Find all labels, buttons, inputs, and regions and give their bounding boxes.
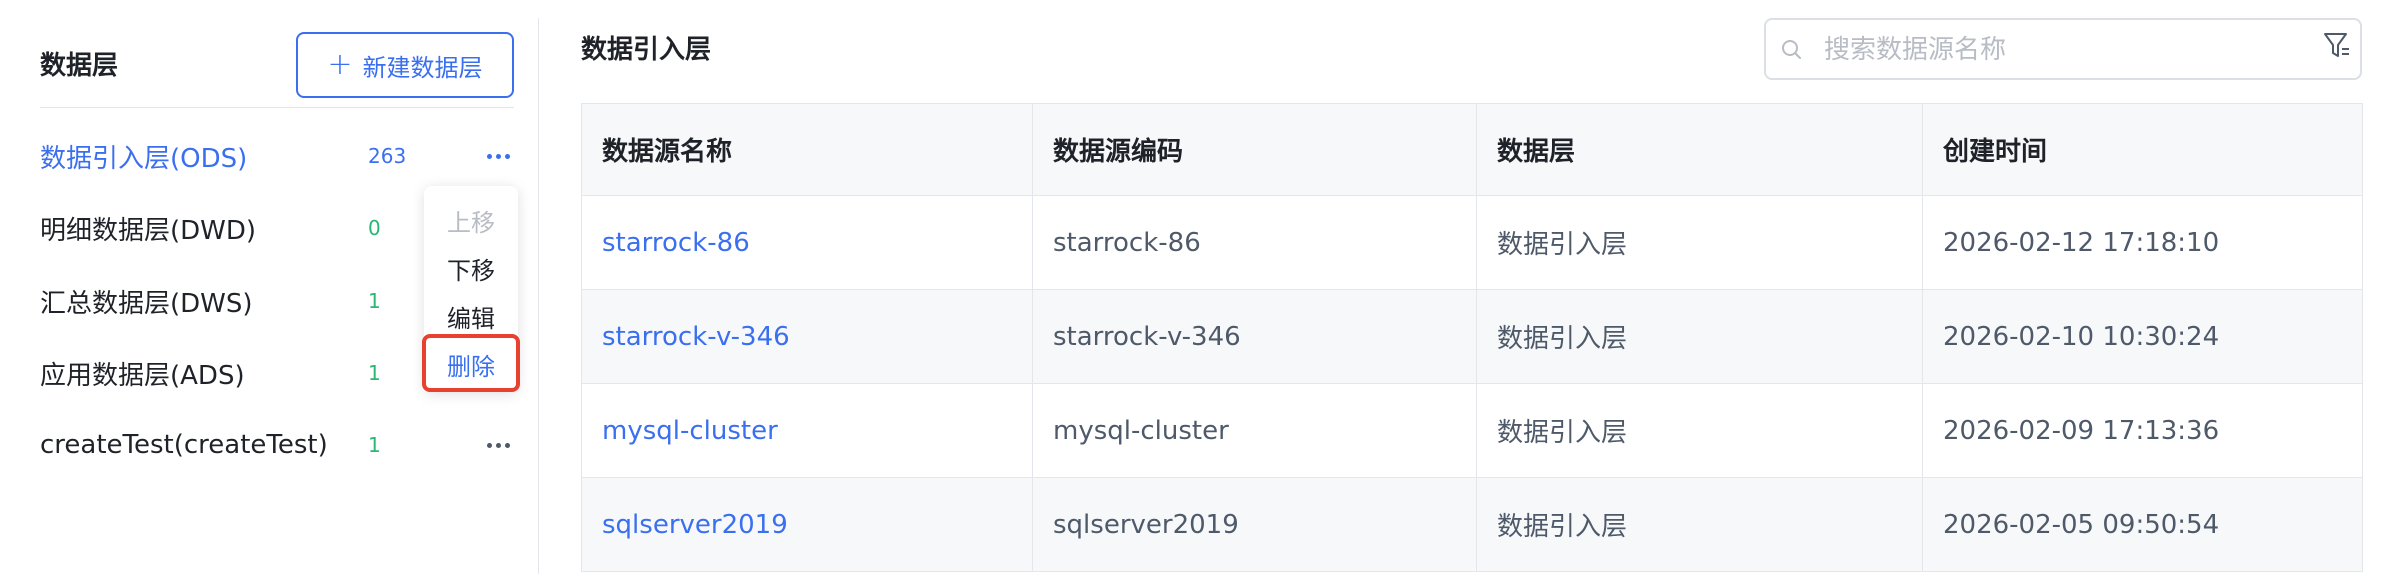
created-time-cell: 2026-02-12 17:18:10 [1922,195,2363,290]
sidebar-title: 数据层 [40,51,119,81]
datasource-code-cell: starrock-v-346 [1032,289,1477,384]
datasource-table: 数据源名称 数据源编码 数据层 创建时间 starrock-86 starroc… [581,103,2363,572]
layer-item-createtest[interactable]: createTest(createTest) 1 [40,417,514,473]
datasource-code-cell: starrock-86 [1032,195,1477,290]
datasource-layer-cell: 数据引入层 [1476,195,1923,290]
column-header-name: 数据源名称 [581,103,1033,196]
layer-item-label: createTest(createTest) [40,430,328,460]
table-row: starrock-86 starrock-86 数据引入层 2026-02-12… [581,195,2363,290]
table-row: mysql-cluster mysql-cluster 数据引入层 2026-0… [581,383,2363,478]
menu-item-move-up: 上移 [447,208,495,237]
datasource-name-link[interactable]: mysql-cluster [602,416,778,446]
layer-item-label: 应用数据层(ADS) [40,360,245,391]
created-time-cell: 2026-02-10 10:30:24 [1922,289,2363,384]
layer-item-ods[interactable]: 数据引入层(ODS) 263 [40,128,514,184]
new-layer-button[interactable]: + 新建数据层 [296,32,514,98]
menu-item-delete[interactable]: 删除 [424,340,518,388]
datasource-code-cell: sqlserver2019 [1032,477,1477,572]
layer-sidebar: 数据层 + 新建数据层 数据引入层(ODS) 263 明细数据层(DWD) 0 … [0,0,538,574]
search-icon [1782,40,1801,59]
column-header-code: 数据源编码 [1032,103,1477,196]
datasource-name-link[interactable]: starrock-v-346 [602,322,790,352]
datasource-name-cell: sqlserver2019 [581,477,1033,572]
table-header-row: 数据源名称 数据源编码 数据层 创建时间 [581,103,2363,196]
plus-icon: + [327,47,353,82]
layer-item-label: 汇总数据层(DWS) [40,288,253,319]
layer-item-label: 数据引入层(ODS) [40,143,248,174]
layer-item-count: 0 [368,216,381,240]
created-time-cell: 2026-02-05 09:50:54 [1922,477,2363,572]
new-layer-button-label: 新建数据层 [362,53,483,82]
sidebar-divider [40,107,514,108]
layer-item-count: 1 [368,289,381,313]
datasource-layer-cell: 数据引入层 [1476,289,1923,384]
vertical-divider [538,18,539,574]
search-input[interactable] [1822,28,2292,72]
layer-item-count: 263 [368,144,407,168]
column-header-created: 创建时间 [1922,103,2363,196]
datasource-name-cell: starrock-v-346 [581,289,1033,384]
datasource-layer-cell: 数据引入层 [1476,383,1923,478]
more-icon[interactable] [482,140,514,172]
menu-item-move-down[interactable]: 下移 [424,244,518,292]
datasource-name-cell: mysql-cluster [581,383,1033,478]
datasource-name-link[interactable]: starrock-86 [602,228,750,258]
menu-item-edit[interactable]: 编辑 [424,292,518,340]
datasource-name-link[interactable]: sqlserver2019 [602,510,788,540]
datasource-layer-cell: 数据引入层 [1476,477,1923,572]
layer-context-menu: 上移 下移 编辑 删除 [424,186,518,392]
table-row: sqlserver2019 sqlserver2019 数据引入层 2026-0… [581,477,2363,572]
column-header-layer: 数据层 [1476,103,1923,196]
datasource-code-cell: mysql-cluster [1032,383,1477,478]
layer-item-count: 1 [368,433,381,457]
search-box [1764,18,2362,80]
filter-icon[interactable] [2322,30,2352,64]
more-icon[interactable] [482,429,514,461]
layer-item-count: 1 [368,361,381,385]
created-time-cell: 2026-02-09 17:13:36 [1922,383,2363,478]
page-title: 数据引入层 [581,35,712,65]
datasource-name-cell: starrock-86 [581,195,1033,290]
table-row: starrock-v-346 starrock-v-346 数据引入层 2026… [581,289,2363,384]
layer-item-label: 明细数据层(DWD) [40,215,257,246]
